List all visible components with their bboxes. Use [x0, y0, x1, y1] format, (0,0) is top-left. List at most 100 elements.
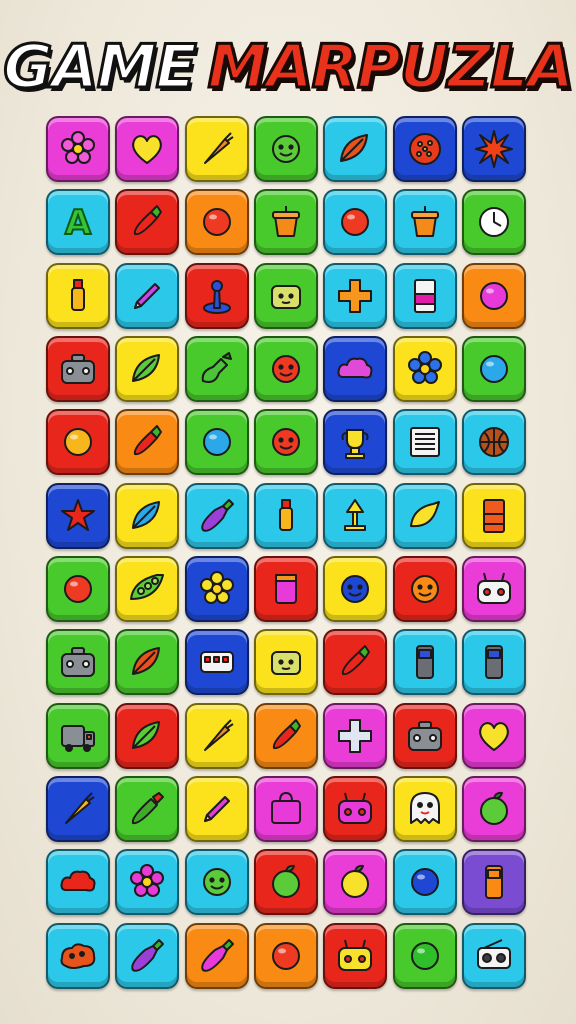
puzzle-tile[interactable] [461, 922, 526, 989]
puzzle-tile[interactable] [115, 702, 180, 769]
puzzle-tile[interactable] [253, 775, 318, 842]
pepper-icon [272, 718, 301, 749]
puzzle-tile[interactable] [115, 775, 180, 842]
puzzle-tile[interactable] [461, 629, 526, 696]
smiley-icon [271, 428, 300, 457]
puzzle-tile[interactable] [115, 922, 180, 989]
puzzle-tile[interactable] [392, 849, 457, 916]
puzzle-tile[interactable] [323, 409, 388, 476]
puzzle-tile[interactable] [461, 335, 526, 402]
puzzle-tile[interactable] [323, 555, 388, 622]
puzzle-tile[interactable] [46, 922, 110, 989]
puzzle-tile[interactable] [323, 335, 388, 402]
puzzle-tile[interactable] [461, 409, 526, 476]
puzzle-tile[interactable] [115, 409, 180, 476]
puzzle-tile[interactable] [253, 555, 318, 622]
puzzle-tile[interactable] [115, 629, 180, 696]
eggplant-icon [131, 938, 165, 972]
leaf-icon [132, 720, 161, 749]
puzzle-tile[interactable] [323, 849, 388, 916]
ball-icon [202, 208, 231, 237]
puzzle-tile[interactable] [392, 922, 457, 989]
puzzle-tile[interactable] [115, 262, 180, 329]
robot-box-icon [61, 353, 95, 384]
cross-icon [338, 718, 373, 753]
puzzle-tile[interactable]: A [46, 189, 110, 256]
puzzle-tile[interactable] [392, 409, 457, 476]
puzzle-tile[interactable] [323, 189, 388, 256]
lemon-icon [409, 500, 440, 527]
puzzle-tile[interactable] [46, 775, 110, 842]
puzzle-tile[interactable] [323, 116, 388, 182]
puzzle-tile[interactable] [392, 335, 457, 402]
puzzle-tile[interactable] [46, 702, 110, 769]
puzzle-tile[interactable] [253, 189, 318, 256]
bottle-icon [278, 498, 293, 531]
puzzle-tile[interactable] [461, 116, 526, 182]
puzzle-tile[interactable] [115, 555, 180, 622]
puzzle-tile[interactable] [461, 775, 526, 842]
puzzle-tile[interactable] [461, 702, 526, 769]
puzzle-tile[interactable] [46, 629, 110, 696]
puzzle-tile[interactable] [46, 482, 110, 549]
puzzle-tile[interactable] [253, 335, 318, 402]
puzzle-tile[interactable] [392, 629, 457, 696]
eggplant-icon [200, 498, 234, 532]
puzzle-tile[interactable] [392, 189, 457, 256]
apple-icon [341, 865, 370, 899]
bag-icon [270, 791, 301, 824]
puzzle-tile[interactable] [46, 555, 110, 622]
puzzle-tile[interactable] [115, 335, 180, 402]
puzzle-tile[interactable] [461, 555, 526, 622]
puzzle-tile[interactable] [184, 775, 249, 842]
puzzle-tile[interactable] [461, 262, 526, 329]
puzzle-tile[interactable] [461, 849, 526, 916]
puzzle-tile[interactable] [46, 849, 110, 916]
puzzle-tile[interactable] [392, 482, 457, 549]
puzzle-tile[interactable] [115, 189, 180, 256]
puzzle-tile[interactable] [184, 555, 249, 622]
puzzle-tile[interactable] [46, 262, 110, 329]
puzzle-tile[interactable] [184, 335, 249, 402]
puzzle-tile[interactable] [184, 409, 249, 476]
puzzle-tile[interactable] [253, 262, 318, 329]
puzzle-tile[interactable] [253, 116, 318, 182]
puzzle-tile[interactable] [184, 702, 249, 769]
puzzle-tile[interactable] [392, 116, 457, 182]
puzzle-tile[interactable] [184, 629, 249, 696]
puzzle-tile[interactable] [253, 922, 318, 989]
puzzle-tile[interactable] [253, 702, 318, 769]
puzzle-tile[interactable] [392, 262, 457, 329]
puzzle-tile[interactable] [115, 849, 180, 916]
puzzle-tile[interactable] [323, 482, 388, 549]
puzzle-tile[interactable] [115, 482, 180, 549]
puzzle-tile[interactable] [392, 775, 457, 842]
puzzle-tile[interactable] [46, 409, 110, 476]
bus-icon [199, 651, 234, 674]
puzzle-tile[interactable] [392, 702, 457, 769]
puzzle-tile[interactable] [184, 262, 249, 329]
puzzle-tile[interactable] [184, 922, 249, 989]
puzzle-tile[interactable] [184, 189, 249, 256]
puzzle-tile[interactable] [253, 482, 318, 549]
puzzle-tile[interactable] [392, 555, 457, 622]
puzzle-tile[interactable] [253, 629, 318, 696]
puzzle-tile[interactable] [115, 116, 180, 182]
puzzle-tile[interactable] [323, 629, 388, 696]
puzzle-tile[interactable] [323, 775, 388, 842]
leaf-icon [132, 353, 161, 382]
puzzle-tile[interactable] [323, 262, 388, 329]
ball-icon [64, 428, 92, 457]
puzzle-tile[interactable] [461, 482, 526, 549]
puzzle-tile[interactable] [46, 335, 110, 402]
puzzle-tile[interactable] [323, 922, 388, 989]
puzzle-tile[interactable] [253, 409, 318, 476]
flower-icon [407, 350, 442, 384]
puzzle-tile[interactable] [461, 189, 526, 256]
puzzle-tile[interactable] [184, 849, 249, 916]
puzzle-tile[interactable] [184, 116, 249, 182]
puzzle-tile[interactable] [46, 116, 110, 182]
puzzle-tile[interactable] [253, 849, 318, 916]
puzzle-tile[interactable] [323, 702, 388, 769]
puzzle-tile[interactable] [184, 482, 249, 549]
